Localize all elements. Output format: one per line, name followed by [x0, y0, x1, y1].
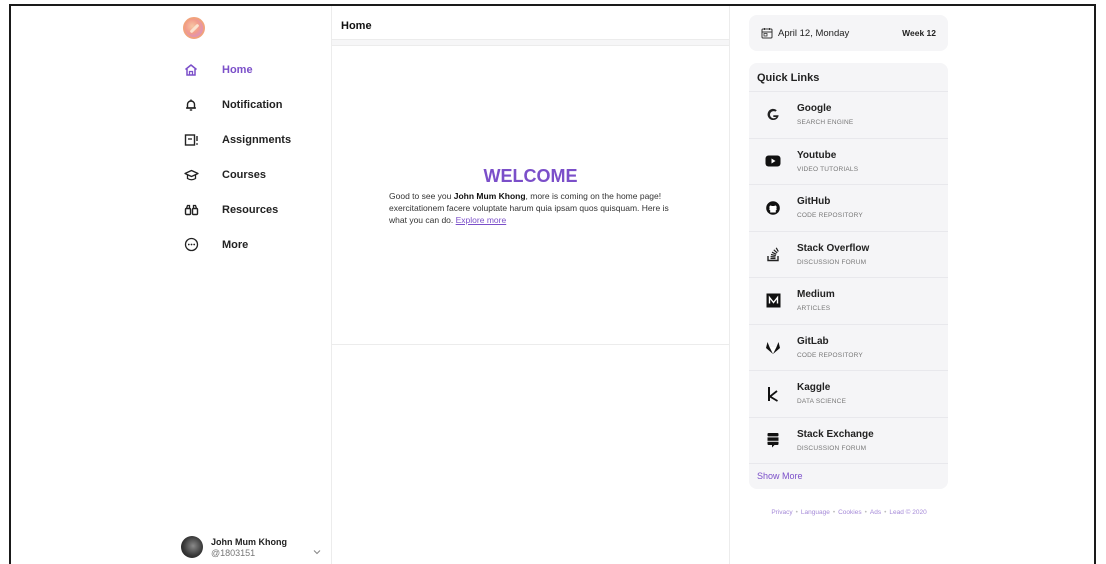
- sidebar-nav: Home Notification Assignments Courses Re…: [181, 52, 341, 262]
- welcome-text: Good to see you John Mum Khong, more is …: [389, 190, 679, 226]
- more-circle-icon: [181, 235, 201, 255]
- chevron-down-icon[interactable]: [313, 542, 321, 560]
- assignment-icon: [181, 130, 201, 150]
- quick-link-desc: DISCUSSION FORUM: [797, 444, 867, 452]
- welcome-user-name: John Mum Khong: [453, 191, 526, 201]
- week-number: Week 12: [902, 28, 936, 38]
- quick-link-desc: CODE REPOSITORY: [797, 212, 863, 220]
- quick-links-card: Quick Links Google SEARCH ENGINE Youtube…: [749, 63, 948, 489]
- sidebar-item-label: Assignments: [222, 133, 292, 146]
- app-logo-icon[interactable]: [183, 17, 205, 39]
- quick-link-name: GitHub: [797, 196, 831, 208]
- sidebar-item-courses[interactable]: Courses: [181, 157, 341, 192]
- user-handle: @1803151: [211, 547, 256, 558]
- quick-link-name: Youtube: [797, 149, 837, 161]
- quick-link-gitlab[interactable]: GitLab CODE REPOSITORY: [749, 323, 948, 371]
- quick-link-desc: ARTICLES: [797, 305, 831, 313]
- welcome-panel: WELCOME Good to see you John Mum Khong, …: [332, 46, 729, 345]
- stackoverflow-icon: [763, 244, 783, 264]
- date-card: April 12, Monday Week 12: [749, 15, 948, 51]
- footer-separator: •: [864, 509, 867, 516]
- medium-icon: [763, 291, 783, 311]
- sidebar-item-assignments[interactable]: Assignments: [181, 122, 341, 157]
- quick-link-name: Kaggle: [797, 382, 831, 394]
- footer-link-privacy[interactable]: Privacy: [771, 509, 792, 516]
- sidebar-item-resources[interactable]: Resources: [181, 192, 341, 227]
- google-icon: [763, 105, 783, 125]
- main-content: Home WELCOME Good to see you John Mum Kh…: [331, 6, 730, 564]
- app-window: Home Notification Assignments Courses Re…: [9, 4, 1096, 564]
- quick-link-desc: SEARCH ENGINE: [797, 119, 854, 127]
- quick-link-name: GitLab: [797, 335, 829, 347]
- home-icon: [181, 60, 201, 80]
- quick-link-google[interactable]: Google SEARCH ENGINE: [749, 91, 948, 138]
- footer-link-language[interactable]: Language: [801, 509, 830, 516]
- sidebar-item-label: More: [222, 238, 249, 251]
- sidebar-item-label: Home: [222, 63, 253, 76]
- footer-separator: •: [795, 509, 798, 516]
- quick-link-desc: CODE REPOSITORY: [797, 351, 863, 359]
- youtube-icon: [763, 151, 783, 171]
- footer-separator: •: [832, 509, 836, 516]
- quick-link-stack-overflow[interactable]: Stack Overflow DISCUSSION FORUM: [749, 230, 948, 278]
- quick-link-youtube[interactable]: Youtube VIDEO TUTORIALS: [749, 137, 948, 185]
- welcome-heading: WELCOME: [483, 166, 578, 186]
- quick-link-medium[interactable]: Medium ARTICLES: [749, 277, 948, 324]
- calendar-icon: [761, 27, 773, 39]
- graduation-cap-icon: [181, 165, 201, 185]
- avatar: [181, 536, 203, 558]
- footer-separator: •: [884, 509, 887, 516]
- github-icon: [763, 198, 783, 218]
- binoculars-icon: [181, 200, 201, 220]
- sidebar: Home Notification Assignments Courses Re…: [171, 6, 341, 564]
- quick-link-name: Stack Exchange: [797, 428, 874, 440]
- quick-link-name: Medium: [797, 289, 835, 301]
- current-date: April 12, Monday: [778, 27, 850, 39]
- page-title: Home: [341, 20, 372, 32]
- sidebar-item-notification[interactable]: Notification: [181, 87, 341, 122]
- quick-link-name: Google: [797, 103, 832, 115]
- footer-copyright: Lead © 2020: [889, 509, 927, 516]
- bell-icon: [181, 95, 201, 115]
- sidebar-item-label: Resources: [222, 203, 279, 216]
- explore-more-link[interactable]: Explore more: [456, 215, 507, 225]
- sidebar-item-more[interactable]: More: [181, 227, 341, 262]
- quick-link-desc: DATA SCIENCE: [797, 398, 847, 406]
- quick-link-desc: DISCUSSION FORUM: [797, 258, 867, 266]
- footer-link-ads[interactable]: Ads: [870, 509, 881, 516]
- sidebar-item-home[interactable]: Home: [181, 52, 341, 87]
- footer-link-cookies[interactable]: Cookies: [838, 509, 861, 516]
- kaggle-icon: [763, 384, 783, 404]
- user-profile[interactable]: John Mum Khong @1803151: [181, 532, 331, 562]
- show-more-link[interactable]: Show More: [749, 463, 948, 489]
- user-name: John Mum Khong: [211, 536, 287, 547]
- main-header: Home: [332, 6, 729, 40]
- sidebar-item-label: Notification: [222, 98, 283, 111]
- quick-link-github[interactable]: GitHub CODE REPOSITORY: [749, 184, 948, 231]
- quick-link-desc: VIDEO TUTORIALS: [797, 165, 859, 173]
- gitlab-icon: [763, 337, 783, 357]
- quick-link-kaggle[interactable]: Kaggle DATA SCIENCE: [749, 370, 948, 417]
- sidebar-item-label: Courses: [222, 168, 267, 181]
- stackexchange-icon: [763, 430, 783, 450]
- quick-link-stack-exchange[interactable]: Stack Exchange DISCUSSION FORUM: [749, 416, 948, 464]
- welcome-text-intro: Good to see you: [389, 191, 454, 201]
- quick-links-title: Quick Links: [757, 72, 820, 84]
- quick-link-name: Stack Overflow: [797, 242, 870, 254]
- footer-links: Privacy • Language • Cookies • Ads • Lead © 2020: [748, 509, 950, 516]
